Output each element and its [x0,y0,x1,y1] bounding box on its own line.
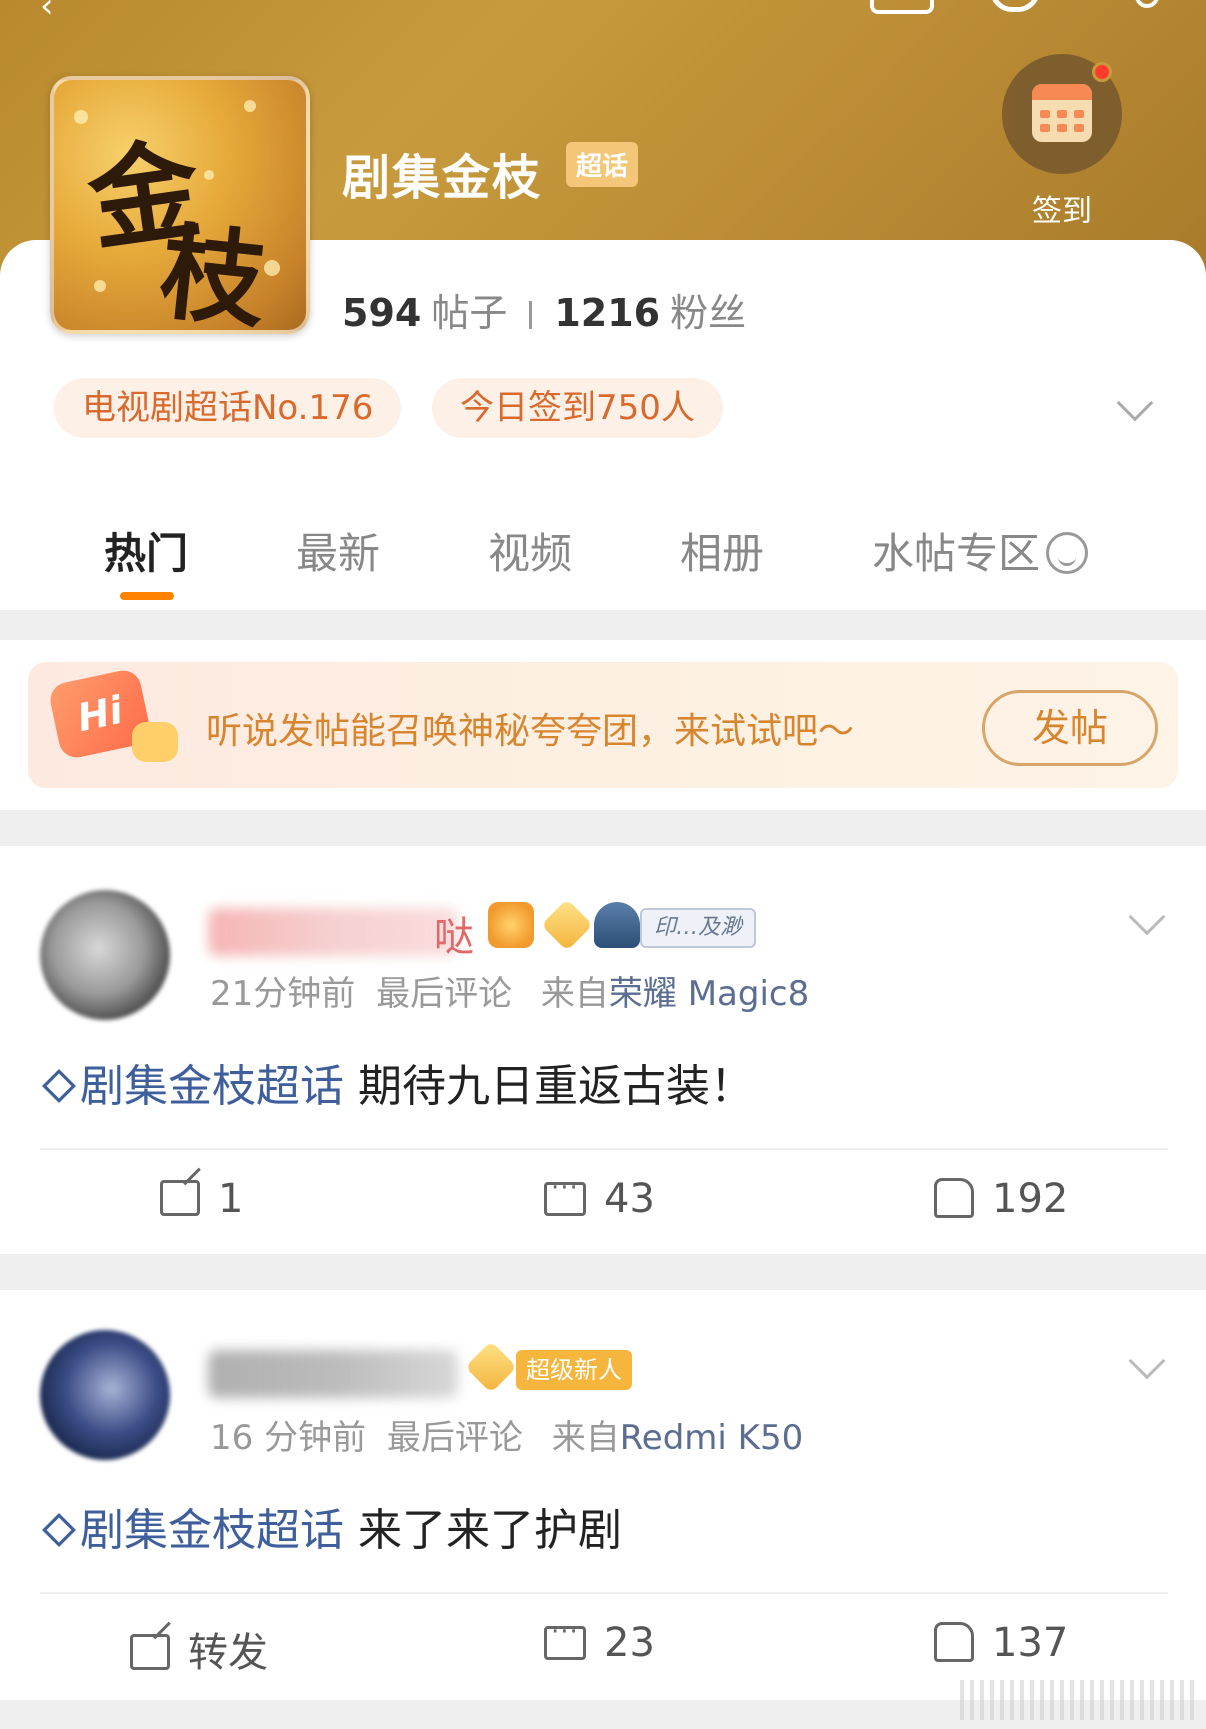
post-card[interactable]: 哒 印…及渺 21分钟前 最后评论 来自荣耀 Magic8 剧集金枝超话 期待九日… [0,846,1206,1254]
post-content: 剧集金枝超话 期待九日重返古装！ [42,1050,754,1114]
comment-count: 23 [604,1620,655,1666]
back-icon[interactable]: ‹ [40,0,54,26]
source-prefix: 来自 [540,974,609,1014]
stats-divider [529,301,533,329]
repost-label: 转发 [188,1630,268,1676]
tab-water[interactable]: 水帖专区 [872,520,1089,581]
source-prefix: 来自 [551,1418,620,1458]
promo-section: Hi 听说发帖能召唤神秘夸夸团，来试试吧～ 发帖 [0,640,1206,810]
username-blurred[interactable] [208,908,458,956]
post-meta: 16 分钟前 最后评论 来自Redmi K50 [210,1410,803,1459]
username-blurred[interactable] [208,1350,458,1398]
topic-link[interactable]: 剧集金枝超话 [80,1061,344,1112]
source-device[interactable]: 荣耀 Magic8 [609,974,809,1014]
divider [40,1148,1168,1150]
fans-unit: 粉丝 [670,291,747,335]
post-meta: 21分钟前 最后评论 来自荣耀 Magic8 [210,966,809,1015]
promo-banner: Hi 听说发帖能召唤神秘夸夸团，来试试吧～ 发帖 [28,662,1178,788]
super-topic-icon [42,1513,76,1547]
rank-pill[interactable]: 电视剧超话No.176 [54,378,402,438]
smile-icon [1046,532,1089,574]
comment-count: 43 [604,1176,655,1222]
like-count: 137 [992,1620,1069,1666]
chevron-down-icon[interactable] [1128,898,1166,936]
share-icon [160,1180,200,1216]
chevron-down-icon[interactable] [1128,1342,1166,1380]
topic-stats: 594 帖子 1216 粉丝 [342,282,746,337]
comment-icon [544,1173,586,1216]
topic-logo: 金 枝 [50,76,310,334]
watermark [960,1680,1200,1720]
message-icon[interactable] [870,0,934,14]
notification-dot [1092,62,1112,82]
page-title: 剧集金枝 [342,150,543,206]
post-text: 期待九日重返古装！ [358,1061,754,1112]
comment-button[interactable]: 23 [544,1617,655,1666]
avatar[interactable] [40,1330,170,1460]
calendar-icon [1032,84,1092,142]
tab-hot[interactable]: 热门 [104,520,188,581]
active-tab-indicator [120,592,174,600]
tab-water-label: 水帖专区 [872,529,1041,578]
post-text: 来了来了护剧 [358,1505,622,1556]
logo-char-2: 枝 [154,209,272,334]
thumbs-up-icon [934,1622,974,1662]
gem-badge-icon [464,1340,518,1394]
last-comment-label: 最后评论 [386,1418,523,1458]
avatar[interactable] [40,890,170,1020]
gem-badge-icon [540,898,594,952]
checkin-label[interactable]: 签到 [1000,186,1124,230]
posts-count: 594 [342,291,422,335]
posts-unit: 帖子 [431,291,508,335]
tab-album[interactable]: 相册 [680,520,764,581]
promo-text: 听说发帖能召唤神秘夸夸团，来试试吧～ [206,711,855,752]
fans-count: 1216 [554,291,661,335]
like-count: 192 [992,1176,1069,1222]
post-card[interactable]: 超级新人 16 分钟前 最后评论 来自Redmi K50 剧集金枝超话 来了来了护… [0,1290,1206,1700]
username-tail[interactable]: 哒 [434,904,474,962]
source-device[interactable]: Redmi K50 [620,1418,804,1458]
post-time: 16 分钟前 [210,1418,367,1458]
comment-icon [544,1617,586,1660]
crown-icon [488,902,534,948]
share-icon [130,1634,170,1670]
divider [40,1592,1168,1594]
post-time: 21分钟前 [210,974,356,1014]
new-post-button[interactable]: 发帖 [982,690,1158,766]
emoji-face-icon [132,722,178,762]
tab-latest[interactable]: 最新 [296,520,380,581]
figure-badge-icon [594,902,640,948]
post-content: 剧集金枝超话 来了来了护剧 [42,1494,622,1558]
super-topic-badge: 超话 [566,142,639,187]
like-button[interactable]: 192 [934,1176,1068,1222]
last-comment-label: 最后评论 [376,974,513,1014]
user-tag: 印…及渺 [640,908,757,948]
topic-link[interactable]: 剧集金枝超话 [80,1505,344,1556]
repost-button[interactable]: 转发 [130,1620,268,1678]
comment-button[interactable]: 43 [544,1173,655,1222]
like-button[interactable]: 137 [934,1620,1068,1666]
thumbs-up-icon [934,1178,974,1218]
checkin-count-pill[interactable]: 今日签到750人 [432,378,723,438]
repost-button[interactable]: 1 [160,1176,243,1222]
repost-count: 1 [218,1176,244,1222]
super-topic-page: ‹ 金 枝 剧集金枝 超话 签到 594 帖子 1216 粉丝 电视剧超话No.176… [0,0,1206,1729]
super-newbie-badge: 超级新人 [516,1350,632,1390]
super-topic-icon [42,1069,76,1103]
tab-video[interactable]: 视频 [488,520,572,581]
tab-bar: 热门 最新 视频 相册 水帖专区 [0,520,1206,590]
